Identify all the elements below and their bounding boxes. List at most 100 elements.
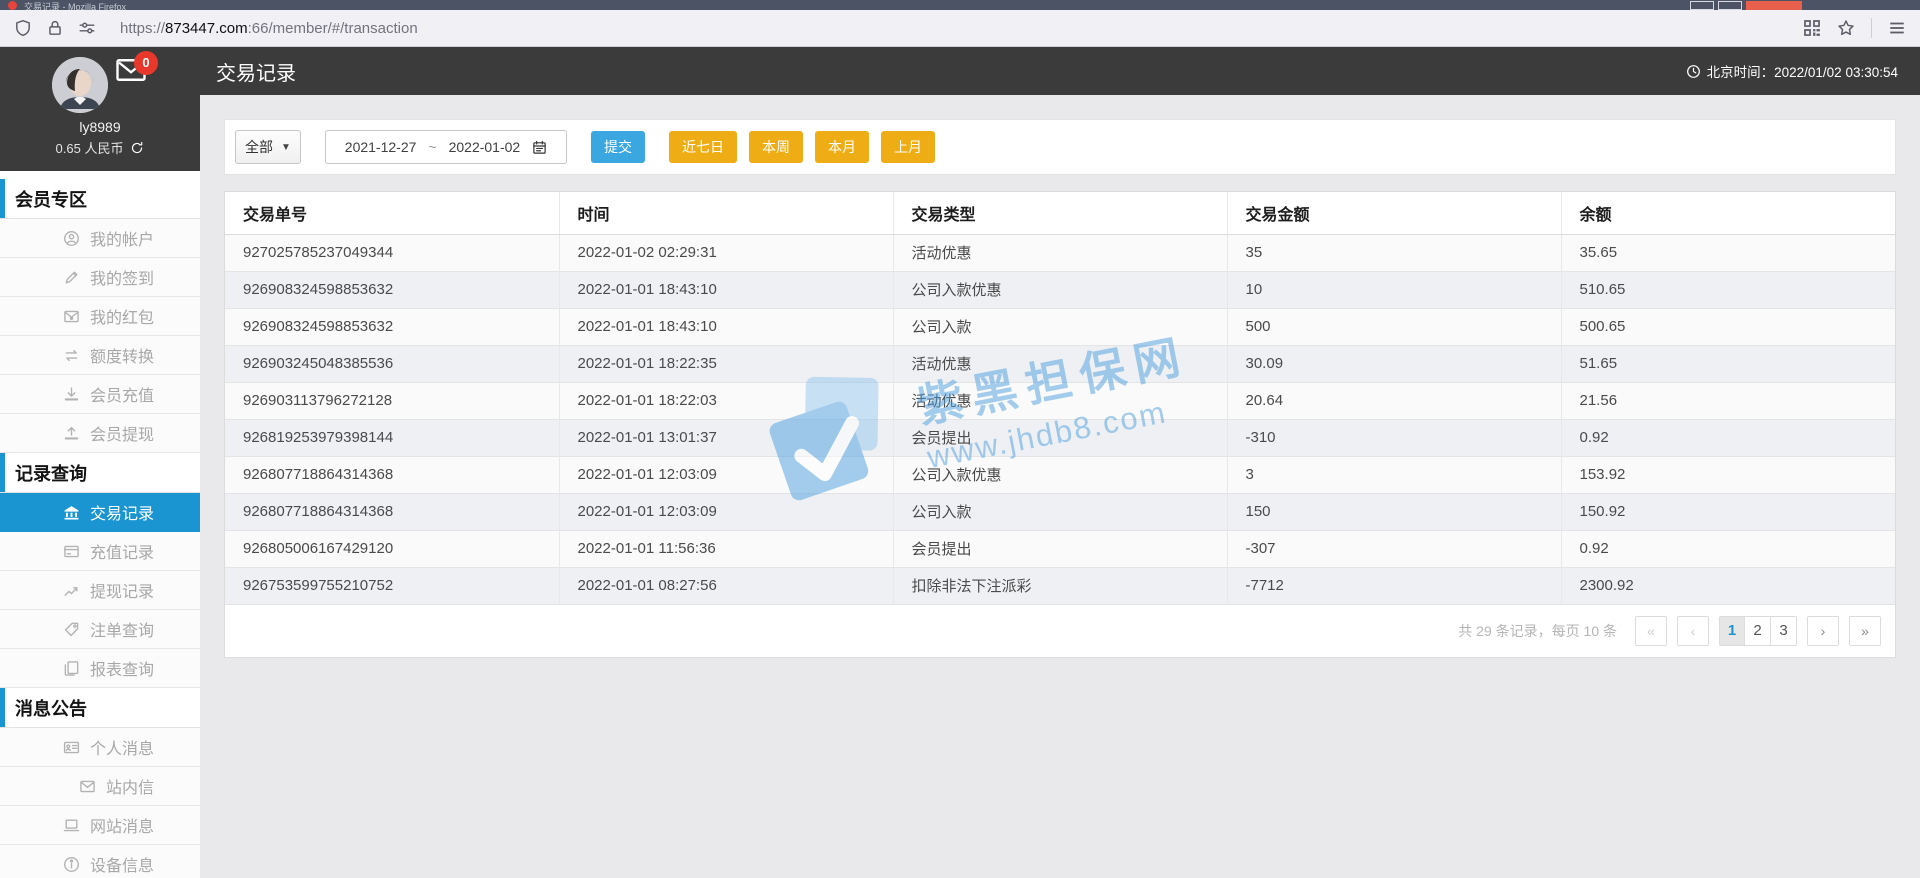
- table-cell: -310: [1227, 419, 1562, 457]
- table-body: 927025785237049344 2022-01-02 02:29:31 活动优…: [225, 234, 1895, 605]
- table-cell: 150: [1227, 493, 1562, 531]
- table-cell: 2022-01-02 02:29:31: [559, 234, 894, 272]
- refresh-icon[interactable]: [130, 141, 144, 155]
- table-cell: 公司入款: [893, 493, 1228, 531]
- close-button[interactable]: [1746, 1, 1802, 10]
- sidebar-item-label: 交易记录: [89, 506, 154, 523]
- sidebar-item-member-deposit[interactable]: 会员充值: [0, 375, 200, 414]
- record-count: 共 29 条记录，每页 10 条: [1458, 622, 1617, 639]
- table-cell: 0.92: [1561, 530, 1895, 568]
- balance: 0.65 人民币: [0, 138, 200, 157]
- sidebar-item-site-messages[interactable]: 网站消息: [0, 806, 200, 845]
- sidebar-item-my-redpacket[interactable]: 我的红包: [0, 297, 200, 336]
- sidebar-item-label: 充值记录: [89, 545, 154, 562]
- url-field[interactable]: https://873447.com:66/member/#/transacti…: [120, 20, 1787, 37]
- sidebar-item-bet-query[interactable]: 注单查询: [0, 610, 200, 649]
- page-button-3[interactable]: 3: [1771, 615, 1797, 646]
- table-cell: 公司入款优惠: [893, 271, 1228, 309]
- withdraw-icon: [63, 425, 80, 442]
- page-button-2[interactable]: 2: [1745, 615, 1771, 646]
- quick-filter-button[interactable]: 本月: [815, 131, 869, 163]
- sidebar-section-title: 会员专区: [0, 179, 200, 219]
- table-cell: 3: [1227, 456, 1562, 494]
- browser-toolbar: https://873447.com:66/member/#/transacti…: [0, 10, 1920, 47]
- envelope-icon: [79, 778, 96, 795]
- transactions-table: 交易单号 时间 交易类型 交易金额 余额 927025785237049344 2022-…: [225, 192, 1895, 605]
- table-cell: 2022-01-01 12:03:09: [559, 493, 894, 531]
- quick-filter-button[interactable]: 近七日: [669, 131, 737, 163]
- table-cell: 2022-01-01 18:22:03: [559, 382, 894, 420]
- sidebar-item-label: 会员充值: [89, 388, 154, 405]
- sidebar-item-label: 设备信息: [89, 858, 154, 875]
- user-icon: [63, 230, 80, 247]
- qr-code-icon[interactable]: [1803, 19, 1821, 37]
- window-controls: [1690, 1, 1802, 10]
- table-cell: 2022-01-01 08:27:56: [559, 567, 894, 605]
- page-button-1[interactable]: 1: [1719, 615, 1745, 646]
- table-cell: 会员提出: [893, 530, 1228, 568]
- sidebar-item-report-query[interactable]: 报表查询: [0, 649, 200, 688]
- permissions-icon[interactable]: [78, 19, 96, 37]
- table-row: 926908324598853632 2022-01-01 18:43:10 公司入…: [225, 308, 1895, 346]
- sidebar-item-label: 站内信: [105, 780, 154, 797]
- sidebar-item-site-mail[interactable]: 站内信: [0, 767, 200, 806]
- maximize-button[interactable]: [1718, 1, 1742, 10]
- table-cell: 927025785237049344: [225, 234, 560, 272]
- pagination: 共 29 条记录，每页 10 条 « ‹ 123 › »: [225, 605, 1895, 657]
- table-row: 926903245048385536 2022-01-01 18:22:35 活动优…: [225, 345, 1895, 383]
- column-header: 交易金额: [1227, 192, 1562, 235]
- minimize-button[interactable]: [1690, 1, 1714, 10]
- avatar[interactable]: [52, 57, 108, 113]
- card-icon: [63, 543, 80, 560]
- first-page-button[interactable]: «: [1635, 615, 1667, 646]
- table-cell: 公司入款优惠: [893, 456, 1228, 494]
- exchange-icon: [63, 347, 80, 364]
- date-start: 2021-12-27: [344, 139, 417, 155]
- sidebar-item-deposit-records[interactable]: 充值记录: [0, 532, 200, 571]
- next-page-button[interactable]: ›: [1807, 615, 1839, 646]
- sidebar-item-device-info[interactable]: 设备信息: [0, 845, 200, 878]
- table-cell: 活动优惠: [893, 382, 1228, 420]
- quick-filter-group: 近七日 本周 本月 上月: [669, 131, 935, 163]
- lock-icon[interactable]: [46, 19, 64, 37]
- table-cell: -7712: [1227, 567, 1562, 605]
- beijing-time: 北京时间：2022/01/02 03:30:54: [1686, 61, 1898, 81]
- sidebar-item-my-account[interactable]: 我的帐户: [0, 219, 200, 258]
- quick-filter-button[interactable]: 本周: [749, 131, 803, 163]
- type-select-value: 全部: [245, 139, 274, 155]
- menu-icon[interactable]: [1888, 19, 1906, 37]
- table-cell: 150.92: [1561, 493, 1895, 531]
- table-cell: 51.65: [1561, 345, 1895, 383]
- submit-button[interactable]: 提交: [591, 131, 645, 163]
- screen: 交易记录 - Mozilla Firefox https://873447.co…: [0, 0, 1920, 878]
- sidebar-item-member-withdraw[interactable]: 会员提现: [0, 414, 200, 453]
- table-row: 926908324598853632 2022-01-01 18:43:10 公司入…: [225, 271, 1895, 309]
- calendar-icon: [532, 140, 547, 155]
- last-page-button[interactable]: »: [1849, 615, 1881, 646]
- shield-icon[interactable]: [14, 19, 32, 37]
- page-header: 交易记录 北京时间：2022/01/02 03:30:54: [200, 47, 1920, 95]
- sidebar-item-personal-messages[interactable]: 个人消息: [0, 728, 200, 767]
- table-cell: 2022-01-01 18:43:10: [559, 271, 894, 309]
- quick-filter-button[interactable]: 上月: [881, 131, 935, 163]
- balance-value: 0.65 人民币: [55, 141, 124, 156]
- main-area: 交易记录 北京时间：2022/01/02 03:30:54 全部 ▼ 2021-…: [200, 47, 1920, 878]
- table-header-row: 交易单号 时间 交易类型 交易金额 余额: [225, 192, 1895, 235]
- table-cell: 20.64: [1227, 382, 1562, 420]
- sidebar-item-transaction-records[interactable]: 交易记录: [0, 493, 200, 532]
- sidebar: 0 ly8989 0.65 人民币 会员专区 我的帐户 我的签到 我的红包 额度转换 会员…: [0, 47, 200, 878]
- type-select[interactable]: 全部 ▼: [235, 130, 301, 164]
- bank-icon: [63, 504, 80, 521]
- laptop-icon: [63, 817, 80, 834]
- table-cell: 153.92: [1561, 456, 1895, 494]
- sidebar-item-label: 我的帐户: [89, 232, 154, 249]
- sidebar-item-my-checkin[interactable]: 我的签到: [0, 258, 200, 297]
- date-range-input[interactable]: 2021-12-27 ~ 2022-01-02: [325, 130, 567, 164]
- sidebar-item-quota-convert[interactable]: 额度转换: [0, 336, 200, 375]
- content: 全部 ▼ 2021-12-27 ~ 2022-01-02 提交 近七日 本周 本月上…: [200, 95, 1920, 878]
- prev-page-button[interactable]: ‹: [1677, 615, 1709, 646]
- redpacket-icon: [63, 308, 80, 325]
- table-row: 927025785237049344 2022-01-02 02:29:31 活动优…: [225, 234, 1895, 272]
- bookmark-star-icon[interactable]: [1837, 19, 1855, 37]
- sidebar-item-withdraw-records[interactable]: 提现记录: [0, 571, 200, 610]
